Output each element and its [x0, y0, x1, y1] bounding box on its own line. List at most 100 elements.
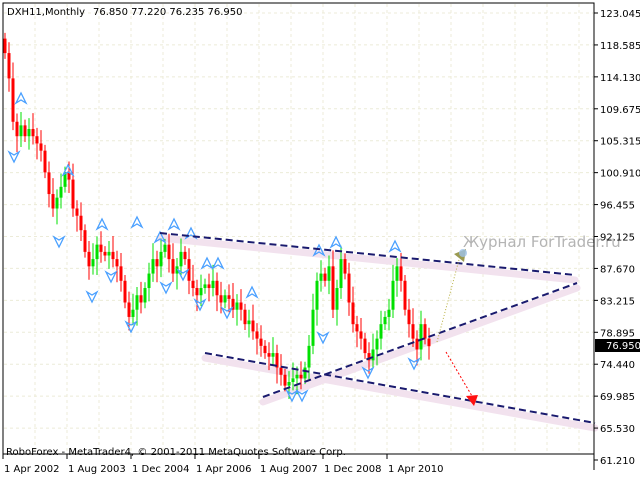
candle-body	[427, 338, 431, 347]
candle-body	[39, 143, 43, 151]
candle	[31, 113, 35, 145]
fractal-down-icon	[7, 150, 21, 164]
candle-body	[47, 172, 51, 195]
candle-body	[11, 78, 15, 122]
fractal-markers	[7, 91, 421, 403]
candle-body	[423, 324, 427, 339]
price-tick-label: 61.210	[600, 456, 635, 467]
price-tick-label: 114.130	[600, 73, 640, 84]
candle-body	[59, 186, 63, 198]
candle-body	[355, 324, 359, 332]
candle	[107, 241, 111, 269]
candle	[207, 273, 211, 302]
candle-body	[279, 367, 283, 375]
candle	[311, 293, 315, 355]
candle-body	[331, 266, 335, 310]
time-tick-label: 1 Aug 2003	[68, 464, 126, 475]
candle-body	[255, 331, 259, 339]
price-chart: DXH11,Monthly 76.850 77.220 76.235 76.950…	[2, 2, 640, 475]
candle	[399, 252, 403, 292]
candle	[239, 289, 243, 321]
candle	[331, 250, 335, 319]
candle	[35, 127, 39, 160]
candle-body	[243, 309, 247, 325]
candle	[359, 318, 363, 350]
candle	[47, 161, 51, 208]
candle-body	[371, 349, 375, 361]
price-tick-label: 92.125	[600, 233, 635, 244]
price-tick-label: 118.585	[600, 41, 640, 52]
candle-body	[219, 295, 223, 303]
candle	[411, 308, 415, 347]
candle	[99, 231, 103, 263]
candle	[231, 282, 235, 319]
candle-body	[395, 266, 399, 281]
candle	[159, 238, 163, 278]
candle-body	[15, 121, 19, 137]
candle-body	[83, 230, 87, 252]
fractal-up-icon	[245, 285, 259, 299]
candle	[175, 258, 179, 290]
current-price-label: 76.950	[606, 341, 640, 352]
candle	[247, 309, 251, 338]
time-tick-label: 1 Aug 2007	[260, 464, 318, 475]
candle	[279, 354, 283, 386]
price-tick-label: 83.215	[600, 296, 635, 307]
candle-body	[375, 338, 379, 350]
candle	[315, 272, 319, 326]
candle-body	[263, 345, 267, 354]
trendline-lower-channel	[204, 352, 596, 424]
candle-body	[199, 288, 203, 296]
candle	[391, 264, 395, 319]
candle	[319, 260, 323, 292]
candle-body	[207, 284, 211, 289]
candle	[215, 272, 219, 312]
candle-body	[131, 309, 135, 317]
candle-body	[339, 259, 343, 289]
candle	[87, 241, 91, 280]
candle-body	[171, 259, 175, 274]
candle-body	[95, 244, 99, 260]
price-tick-label: 87.670	[600, 264, 635, 275]
candle-body	[399, 266, 403, 281]
candle-body	[139, 295, 143, 303]
candle-body	[259, 338, 263, 346]
candle	[271, 337, 275, 366]
candle	[3, 32, 7, 59]
candle-body	[291, 378, 295, 382]
candle-body	[383, 316, 387, 325]
candle	[363, 332, 367, 359]
candle-body	[271, 353, 275, 357]
candle-body	[87, 251, 91, 267]
price-tick-label: 78.895	[600, 328, 635, 339]
fractal-up-icon	[167, 217, 181, 231]
candle-body	[239, 302, 243, 310]
candle	[83, 224, 87, 258]
candle-body	[299, 374, 303, 379]
candle-body	[419, 324, 423, 350]
candle-body	[151, 259, 155, 274]
candle-body	[3, 38, 7, 54]
candle-body	[191, 280, 195, 289]
candle-body	[163, 244, 167, 252]
price-tick-label: 100.910	[600, 169, 640, 180]
candle-body	[147, 273, 151, 289]
candle	[251, 304, 255, 340]
candle-body	[335, 288, 339, 310]
candle-body	[23, 125, 27, 137]
candle-body	[343, 259, 347, 274]
candle	[419, 310, 423, 361]
candle	[203, 278, 207, 294]
candle	[211, 264, 215, 297]
candle-body	[183, 251, 187, 260]
candle-body	[295, 374, 299, 379]
candle-body	[179, 251, 183, 267]
fractal-down-icon	[176, 268, 190, 282]
candle	[355, 315, 359, 348]
candle-body	[315, 280, 319, 310]
candle-body	[303, 367, 307, 379]
candle-body	[91, 259, 95, 267]
candle	[79, 202, 83, 242]
candle-body	[347, 273, 351, 303]
candle	[155, 250, 159, 283]
